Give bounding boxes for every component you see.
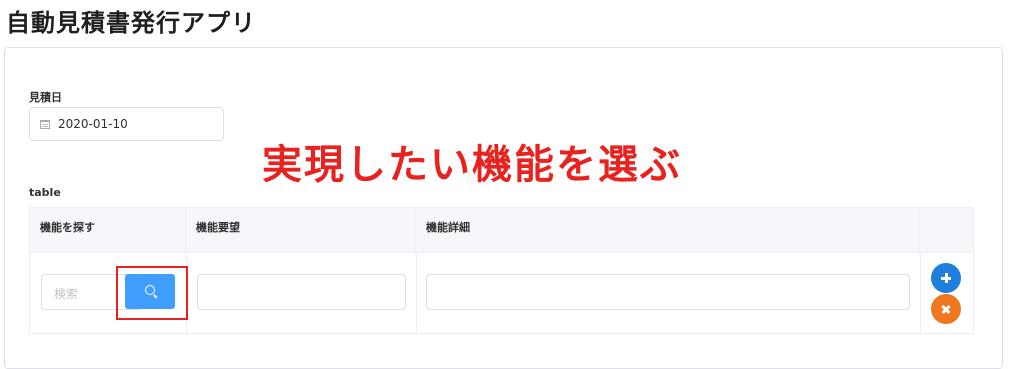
column-header-actions [920, 208, 973, 252]
page-title: 自動見積書発行アプリ [6, 9, 256, 37]
column-header-search: 機能を探す [30, 208, 186, 252]
remove-row-button[interactable] [931, 294, 961, 324]
date-picker[interactable]: 2020-01-10 [29, 107, 224, 141]
table-label: table [29, 186, 61, 199]
calendar-icon [40, 120, 50, 129]
date-value: 2020-01-10 [58, 117, 128, 131]
detail-input[interactable] [426, 274, 910, 310]
annotation-text: 実現したい機能を選ぶ [262, 142, 682, 188]
feature-table: 機能を探す 機能要望 機能詳細 検索 [29, 207, 974, 334]
annotation-highlight-box [116, 266, 188, 320]
column-header-requirement: 機能要望 [186, 208, 416, 252]
column-header-detail: 機能詳細 [416, 208, 920, 252]
date-label: 見積日 [29, 91, 62, 104]
column-divider [416, 252, 417, 333]
requirement-input[interactable] [197, 274, 406, 310]
add-row-button[interactable] [931, 263, 961, 293]
column-divider [920, 252, 921, 333]
search-placeholder: 検索 [54, 287, 79, 301]
table-header: 機能を探す 機能要望 機能詳細 [30, 208, 973, 253]
